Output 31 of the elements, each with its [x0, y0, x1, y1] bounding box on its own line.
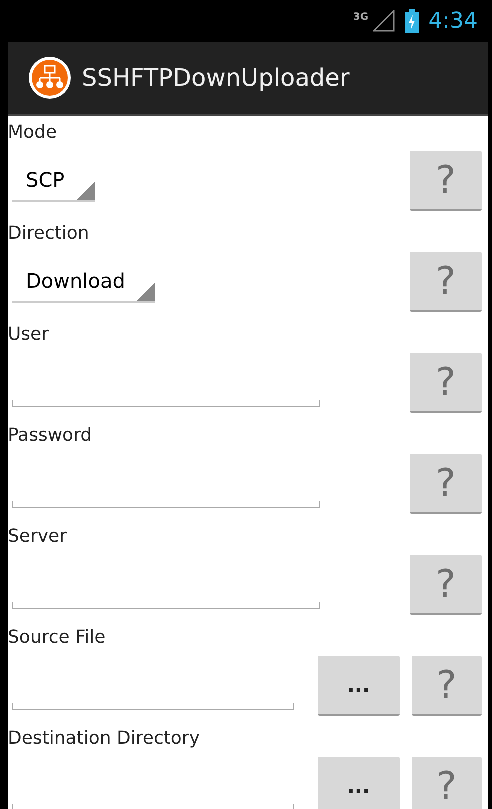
help-button[interactable]: ?	[410, 252, 482, 312]
clock-time: 4:34	[428, 8, 478, 34]
help-button[interactable]: ?	[410, 151, 482, 211]
field-label: User	[8, 323, 50, 347]
browse-button[interactable]: ...	[318, 757, 400, 809]
help-button[interactable]: ?	[412, 656, 482, 716]
help-button[interactable]: ?	[410, 454, 482, 514]
help-button[interactable]: ?	[412, 757, 482, 809]
help-button[interactable]: ?	[410, 353, 482, 413]
field-label: Source File	[8, 626, 107, 650]
app-logo-icon	[28, 56, 72, 100]
input-field[interactable]	[12, 400, 320, 406]
app-title: SSHFTPDownUploader	[82, 64, 350, 92]
input-field[interactable]	[12, 602, 320, 608]
field-label: Direction	[8, 222, 90, 246]
battery-charging-icon	[404, 9, 419, 33]
field-label: Password	[8, 424, 94, 448]
dropdown[interactable]: SCP	[12, 160, 95, 202]
dropdown-arrow-icon	[137, 283, 156, 301]
field-label: Destination Directory	[8, 727, 201, 751]
dropdown[interactable]: Download	[12, 261, 156, 303]
input-field[interactable]	[12, 500, 320, 508]
signal-icon	[372, 10, 395, 32]
dropdown-arrow-icon	[76, 182, 95, 200]
input-field[interactable]	[12, 702, 294, 710]
browse-button[interactable]: ...	[318, 656, 400, 716]
help-button[interactable]: ?	[410, 555, 482, 615]
field-label: Mode	[8, 121, 58, 145]
network-type: 3G	[353, 12, 369, 23]
field-label: Server	[8, 525, 68, 549]
input-field[interactable]	[12, 804, 294, 809]
